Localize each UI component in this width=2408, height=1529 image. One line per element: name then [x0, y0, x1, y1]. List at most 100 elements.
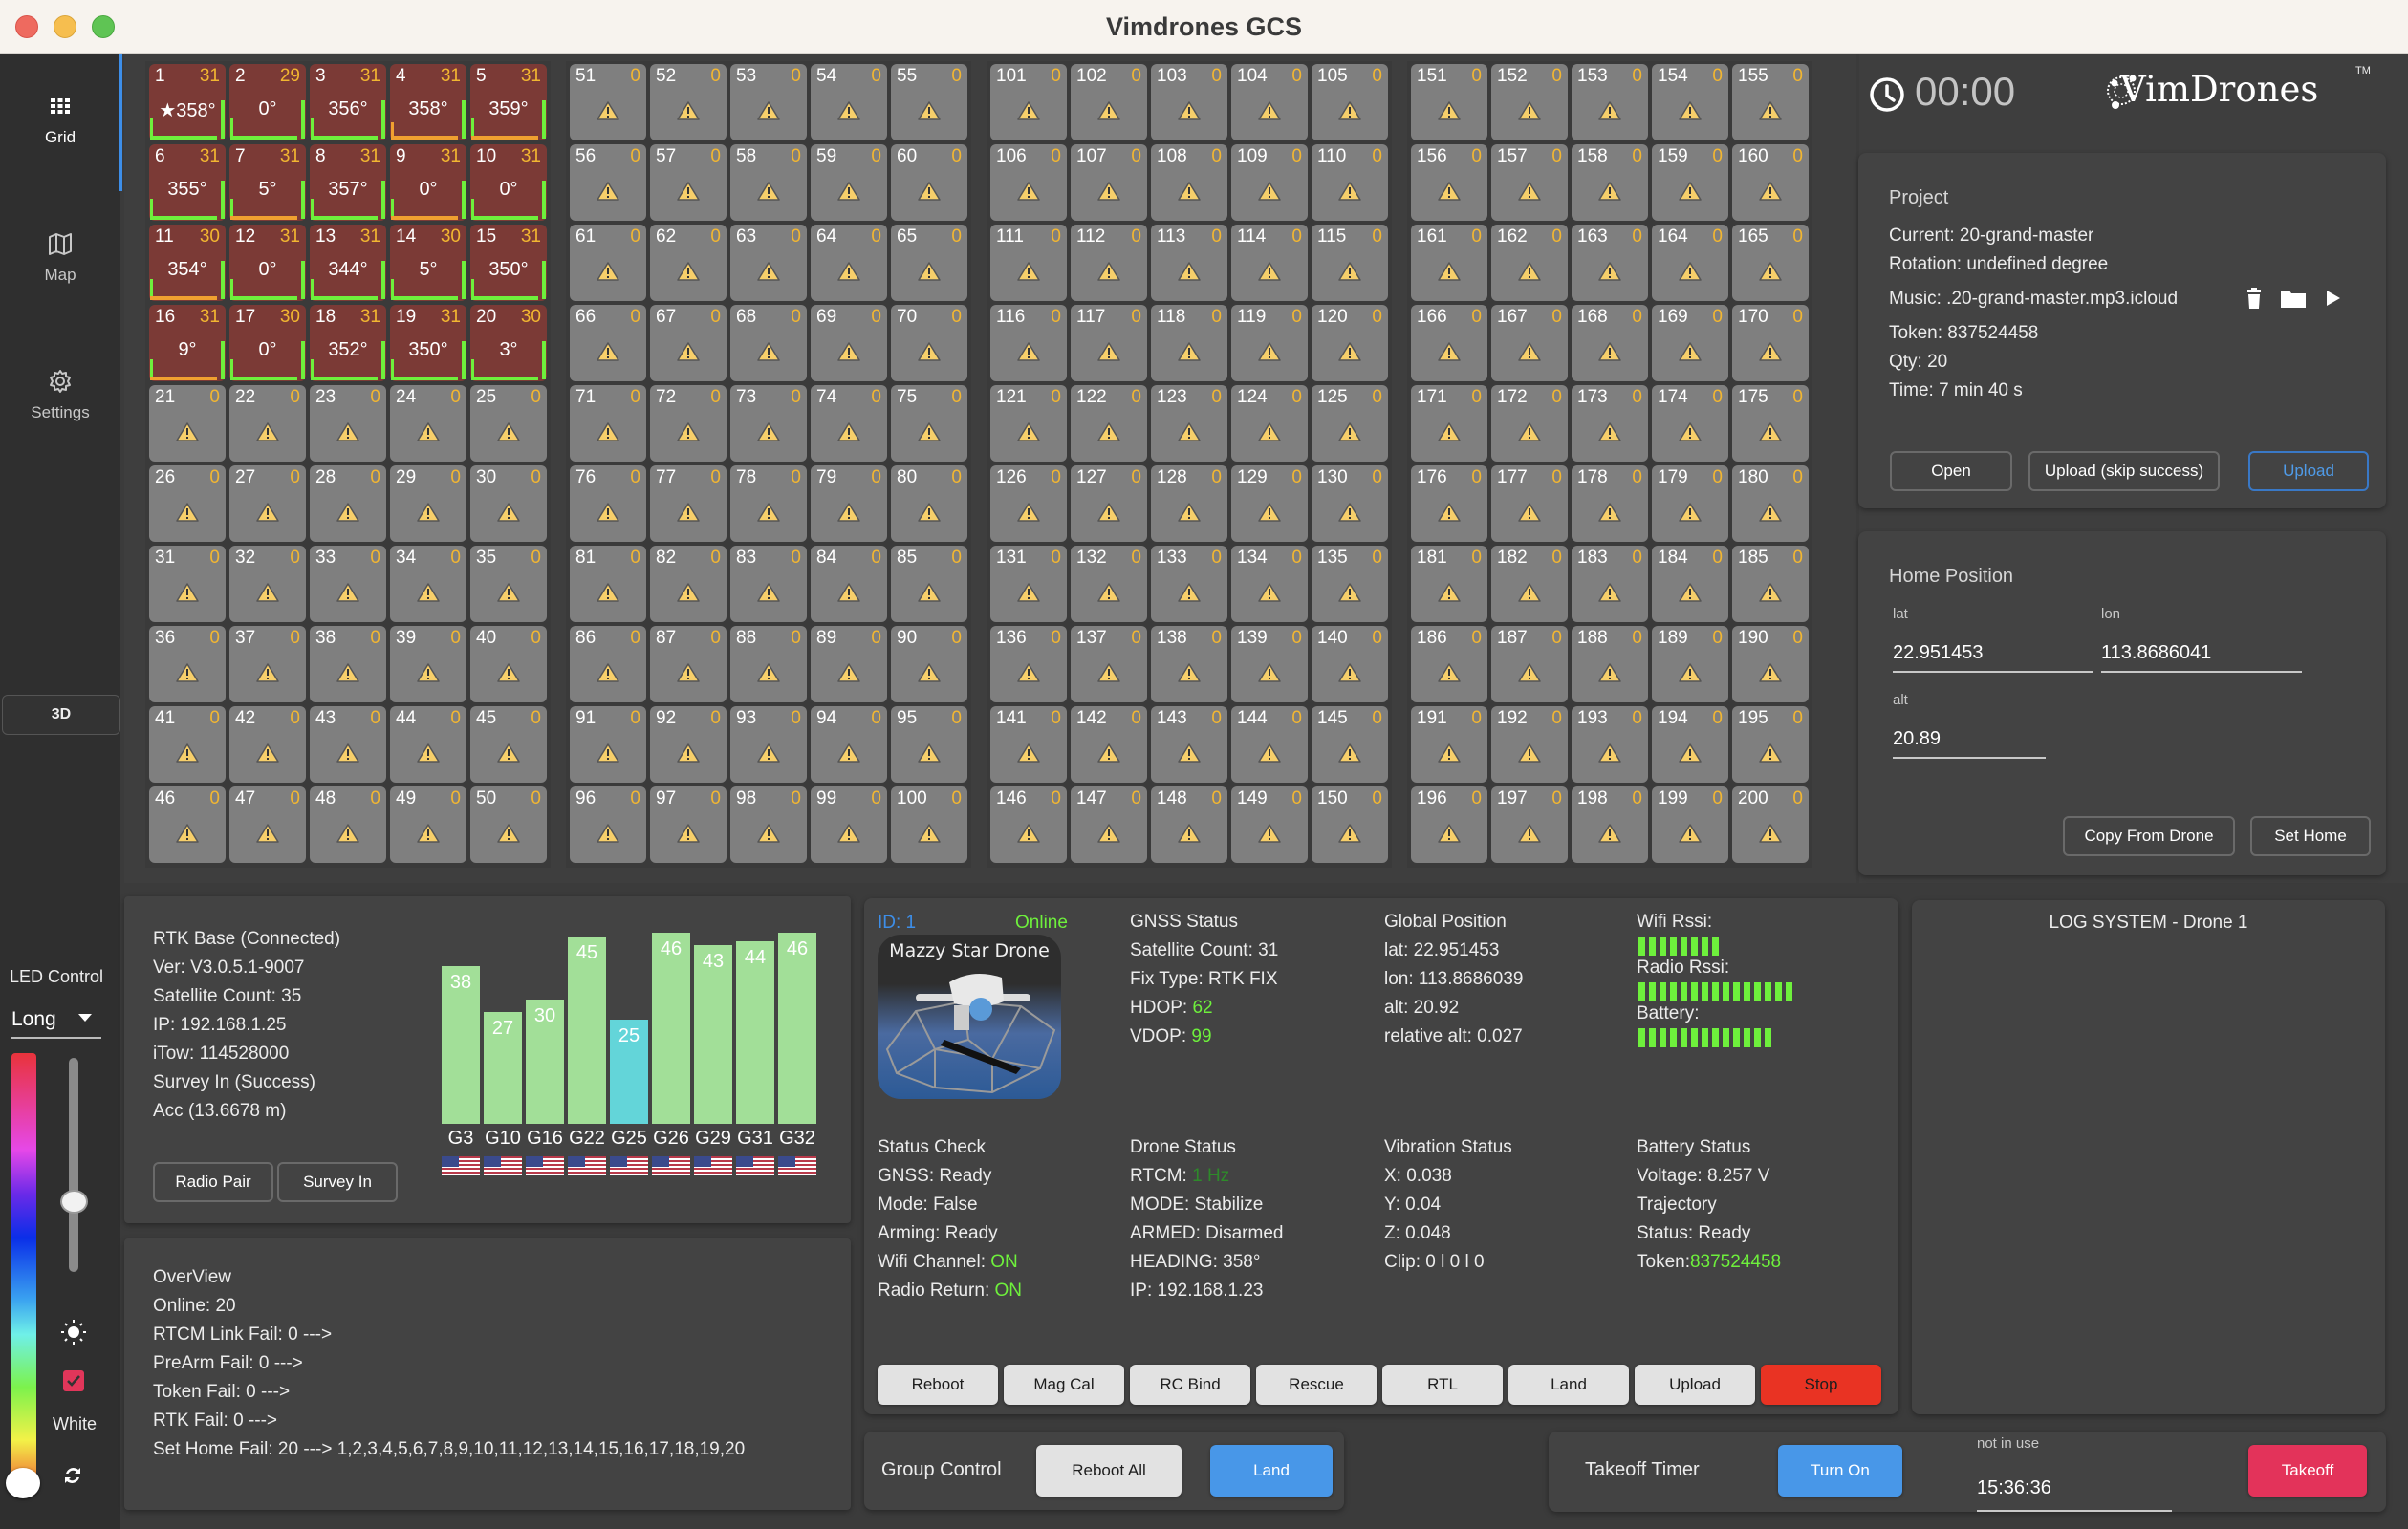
drone-tile[interactable]: 114 0: [1231, 225, 1308, 301]
drone-tile[interactable]: 170 0: [1732, 305, 1809, 381]
drone-tile[interactable]: 153 0: [1572, 64, 1648, 140]
drone-tile[interactable]: 82 0: [650, 546, 727, 622]
drone-tile[interactable]: 2 29 0°: [229, 64, 306, 140]
drone-tile[interactable]: 130 0: [1312, 465, 1388, 542]
drone-tile[interactable]: 68 0: [730, 305, 807, 381]
drone-tile[interactable]: 119 0: [1231, 305, 1308, 381]
drone-tile[interactable]: 83 0: [730, 546, 807, 622]
drone-tile[interactable]: 64 0: [811, 225, 887, 301]
drone-tile[interactable]: 176 0: [1411, 465, 1487, 542]
drone-tile[interactable]: 94 0: [811, 706, 887, 783]
drone-tile[interactable]: 51 0: [570, 64, 646, 140]
drone-tile[interactable]: 135 0: [1312, 546, 1388, 622]
drone-tile[interactable]: 84 0: [811, 546, 887, 622]
drone-tile[interactable]: 112 0: [1071, 225, 1147, 301]
drone-tile[interactable]: 188 0: [1572, 626, 1648, 702]
drone-tile[interactable]: 190 0: [1732, 626, 1809, 702]
hue-slider[interactable]: [11, 1053, 36, 1493]
drone-tile[interactable]: 43 0: [310, 706, 386, 783]
drone-tile[interactable]: 40 0: [470, 626, 547, 702]
drone-tile[interactable]: 12 31 0°: [229, 225, 306, 301]
sidebar-item-grid[interactable]: Grid: [0, 92, 120, 147]
brightness-slider[interactable]: [69, 1058, 78, 1272]
drone-tile[interactable]: 65 0: [891, 225, 967, 301]
drone-tile[interactable]: 78 0: [730, 465, 807, 542]
drone-tile[interactable]: 138 0: [1151, 626, 1227, 702]
drone-tile[interactable]: 54 0: [811, 64, 887, 140]
drone-tile[interactable]: 125 0: [1312, 385, 1388, 462]
drone-tile[interactable]: 60 0: [891, 144, 967, 221]
drone-tile[interactable]: 62 0: [650, 225, 727, 301]
drone-tile[interactable]: 14 30 5°: [390, 225, 466, 301]
drone-tile[interactable]: 115 0: [1312, 225, 1388, 301]
drone-tile[interactable]: 9 31 0°: [390, 144, 466, 221]
drone-tile[interactable]: 91 0: [570, 706, 646, 783]
brightness-slider-handle[interactable]: [60, 1190, 88, 1214]
drone-tile[interactable]: 20 30 3°: [470, 305, 547, 381]
drone-tile[interactable]: 140 0: [1312, 626, 1388, 702]
drone-tile[interactable]: 137 0: [1071, 626, 1147, 702]
led-mode-select[interactable]: Long: [11, 1008, 101, 1039]
drone-tile[interactable]: 89 0: [811, 626, 887, 702]
drone-tile[interactable]: 179 0: [1652, 465, 1728, 542]
drone-tile[interactable]: 173 0: [1572, 385, 1648, 462]
drone-tile[interactable]: 184 0: [1652, 546, 1728, 622]
drone-tile[interactable]: 17 30 0°: [229, 305, 306, 381]
drone-tile[interactable]: 139 0: [1231, 626, 1308, 702]
drone-tile[interactable]: 123 0: [1151, 385, 1227, 462]
drone-tile[interactable]: 103 0: [1151, 64, 1227, 140]
drone-tile[interactable]: 46 0: [149, 786, 226, 863]
drone-tile[interactable]: 61 0: [570, 225, 646, 301]
drone-tile[interactable]: 145 0: [1312, 706, 1388, 783]
turn-on-button[interactable]: Turn On: [1778, 1445, 1902, 1497]
folder-icon[interactable]: [2280, 287, 2307, 310]
drone-tile[interactable]: 52 0: [650, 64, 727, 140]
drone-tile[interactable]: 168 0: [1572, 305, 1648, 381]
drone-tile[interactable]: 49 0: [390, 786, 466, 863]
drone-tile[interactable]: 154 0: [1652, 64, 1728, 140]
drone-tile[interactable]: 67 0: [650, 305, 727, 381]
drone-tile[interactable]: 108 0: [1151, 144, 1227, 221]
drone-tile[interactable]: 165 0: [1732, 225, 1809, 301]
drone-tile[interactable]: 71 0: [570, 385, 646, 462]
drone-tile[interactable]: 200 0: [1732, 786, 1809, 863]
drone-tile[interactable]: 42 0: [229, 706, 306, 783]
drone-tile[interactable]: 70 0: [891, 305, 967, 381]
group-land-button[interactable]: Land: [1210, 1445, 1333, 1497]
drone-tile[interactable]: 192 0: [1491, 706, 1568, 783]
drone-tile[interactable]: 21 0: [149, 385, 226, 462]
drone-tile[interactable]: 22 0: [229, 385, 306, 462]
drone-tile[interactable]: 81 0: [570, 546, 646, 622]
home-alt-field[interactable]: 20.89: [1893, 721, 2046, 759]
drone-tile[interactable]: 180 0: [1732, 465, 1809, 542]
drone-tile[interactable]: 73 0: [730, 385, 807, 462]
drone-tile[interactable]: 157 0: [1491, 144, 1568, 221]
home-lat-field[interactable]: 22.951453: [1893, 635, 2093, 673]
drone-tile[interactable]: 10 31 0°: [470, 144, 547, 221]
drone-tile[interactable]: 136 0: [990, 626, 1067, 702]
drone-tile[interactable]: 122 0: [1071, 385, 1147, 462]
drone-tile[interactable]: 55 0: [891, 64, 967, 140]
drone-tile[interactable]: 181 0: [1411, 546, 1487, 622]
open-button[interactable]: Open: [1890, 451, 2012, 491]
drone-tile[interactable]: 191 0: [1411, 706, 1487, 783]
3d-view-button[interactable]: 3D: [2, 695, 120, 735]
drone-tile[interactable]: 95 0: [891, 706, 967, 783]
drone-tile[interactable]: 80 0: [891, 465, 967, 542]
drone-tile[interactable]: 96 0: [570, 786, 646, 863]
drone-tile[interactable]: 148 0: [1151, 786, 1227, 863]
drone-tile[interactable]: 129 0: [1231, 465, 1308, 542]
drone-tile[interactable]: 44 0: [390, 706, 466, 783]
drone-tile[interactable]: 195 0: [1732, 706, 1809, 783]
drone-tile[interactable]: 131 0: [990, 546, 1067, 622]
drone-tile[interactable]: 166 0: [1411, 305, 1487, 381]
drone-tile[interactable]: 38 0: [310, 626, 386, 702]
drone-tile[interactable]: 90 0: [891, 626, 967, 702]
upload-button[interactable]: Upload: [2248, 451, 2369, 491]
sidebar-item-map[interactable]: Map: [0, 229, 120, 285]
drone-tile[interactable]: 97 0: [650, 786, 727, 863]
drone-tile[interactable]: 101 0: [990, 64, 1067, 140]
drone-tile[interactable]: 74 0: [811, 385, 887, 462]
drone-tile[interactable]: 171 0: [1411, 385, 1487, 462]
drone-tile[interactable]: 37 0: [229, 626, 306, 702]
